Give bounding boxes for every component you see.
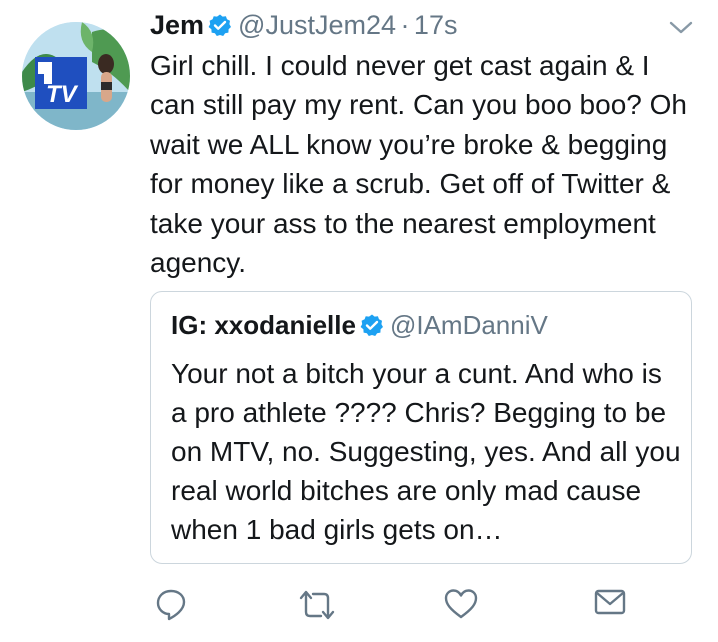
svg-text:TV: TV	[46, 81, 79, 108]
quoted-tweet[interactable]: IG: xxodanielle @IAmDanniV Your not a bit…	[150, 291, 692, 564]
quoted-tweet-text: Your not a bitch your a cunt. And who is…	[171, 358, 681, 545]
heart-icon[interactable]	[444, 588, 478, 625]
verified-badge-icon	[208, 13, 232, 42]
reply-icon[interactable]	[155, 588, 187, 627]
avatar[interactable]: TV	[22, 22, 130, 130]
retweet-icon[interactable]	[297, 588, 337, 627]
separator-dot: ·	[400, 10, 410, 40]
tweet-header: Jem @JustJem24 · 17s	[150, 10, 457, 42]
chevron-down-icon[interactable]	[668, 20, 694, 41]
envelope-icon[interactable]	[594, 588, 626, 621]
display-name[interactable]: Jem	[150, 10, 204, 40]
quoted-user-handle: @IAmDanniV	[389, 310, 548, 340]
quoted-display-name: IG: xxodanielle	[171, 310, 356, 340]
timestamp[interactable]: 17s	[414, 10, 458, 40]
tweet-actions	[0, 588, 718, 624]
quoted-tweet-header: IG: xxodanielle @IAmDanniV	[171, 310, 548, 342]
avatar-image: TV	[22, 22, 130, 130]
tweet-text: Girl chill. I could never get cast again…	[150, 50, 687, 279]
verified-badge-icon	[360, 313, 384, 342]
user-handle[interactable]: @JustJem24	[238, 10, 396, 40]
